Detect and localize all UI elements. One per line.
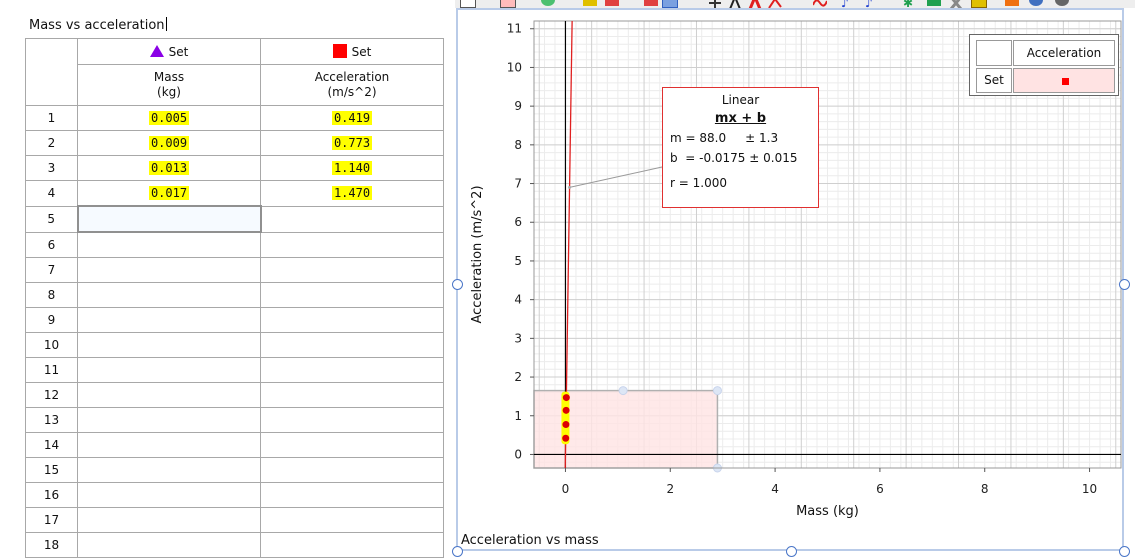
fit-correlation: r = 1.000 xyxy=(670,176,727,190)
legend-set-label: Set xyxy=(976,68,1012,93)
x-tick-label: 8 xyxy=(981,482,989,496)
graph-caption[interactable]: Acceleration vs mass xyxy=(461,533,599,548)
y-tick-label: 1 xyxy=(514,409,522,423)
resize-handle-right[interactable] xyxy=(1119,279,1130,290)
y-tick-label: 2 xyxy=(514,370,522,384)
x-tick-label: 0 xyxy=(562,482,570,496)
fit-slope: m = 88.0 ± 1.3 xyxy=(670,131,779,145)
selection-handle[interactable] xyxy=(618,386,628,396)
data-point[interactable] xyxy=(562,434,570,442)
y-axis-label[interactable]: Acceleration (m/s^2) xyxy=(470,185,485,323)
y-tick-label: 9 xyxy=(514,99,522,113)
fit-title: Linear xyxy=(721,93,760,107)
data-point[interactable] xyxy=(562,394,570,402)
y-tick-label: 4 xyxy=(514,293,522,307)
red-square-marker-icon xyxy=(1062,78,1069,85)
resize-handle-bottom-right[interactable] xyxy=(1119,546,1130,557)
selection-handle[interactable] xyxy=(712,386,722,396)
y-tick-label: 0 xyxy=(514,447,522,461)
y-tick-label: 8 xyxy=(514,138,522,152)
y-tick-label: 11 xyxy=(507,22,522,36)
graph-legend[interactable]: Acceleration Set xyxy=(969,34,1119,96)
legend-corner xyxy=(976,40,1012,66)
resize-handle-left[interactable] xyxy=(452,279,463,290)
x-axis-label[interactable]: Mass (kg) xyxy=(796,504,859,519)
x-tick-label: 2 xyxy=(666,482,674,496)
fit-callout-line xyxy=(569,166,663,188)
resize-handle-bottom[interactable] xyxy=(786,546,797,557)
curve-fit-box[interactable]: Linear mx + b m = 88.0 ± 1.3 b = -0.0175… xyxy=(662,87,819,208)
legend-header: Acceleration xyxy=(1013,40,1115,66)
y-tick-label: 10 xyxy=(507,60,522,74)
legend-series-swatch[interactable] xyxy=(1013,68,1115,93)
data-point[interactable] xyxy=(562,421,570,429)
y-tick-label: 6 xyxy=(514,215,522,229)
x-tick-label: 6 xyxy=(876,482,884,496)
x-tick-label: 10 xyxy=(1082,482,1097,496)
data-point[interactable] xyxy=(562,406,570,414)
x-tick-label: 4 xyxy=(771,482,779,496)
fit-intercept: b = -0.0175 ± 0.015 xyxy=(670,151,798,165)
y-tick-label: 5 xyxy=(514,254,522,268)
y-tick-label: 7 xyxy=(514,177,522,191)
fit-callout-anchor xyxy=(568,185,572,189)
fit-equation: mx + b xyxy=(714,111,767,126)
y-tick-label: 3 xyxy=(514,331,522,345)
